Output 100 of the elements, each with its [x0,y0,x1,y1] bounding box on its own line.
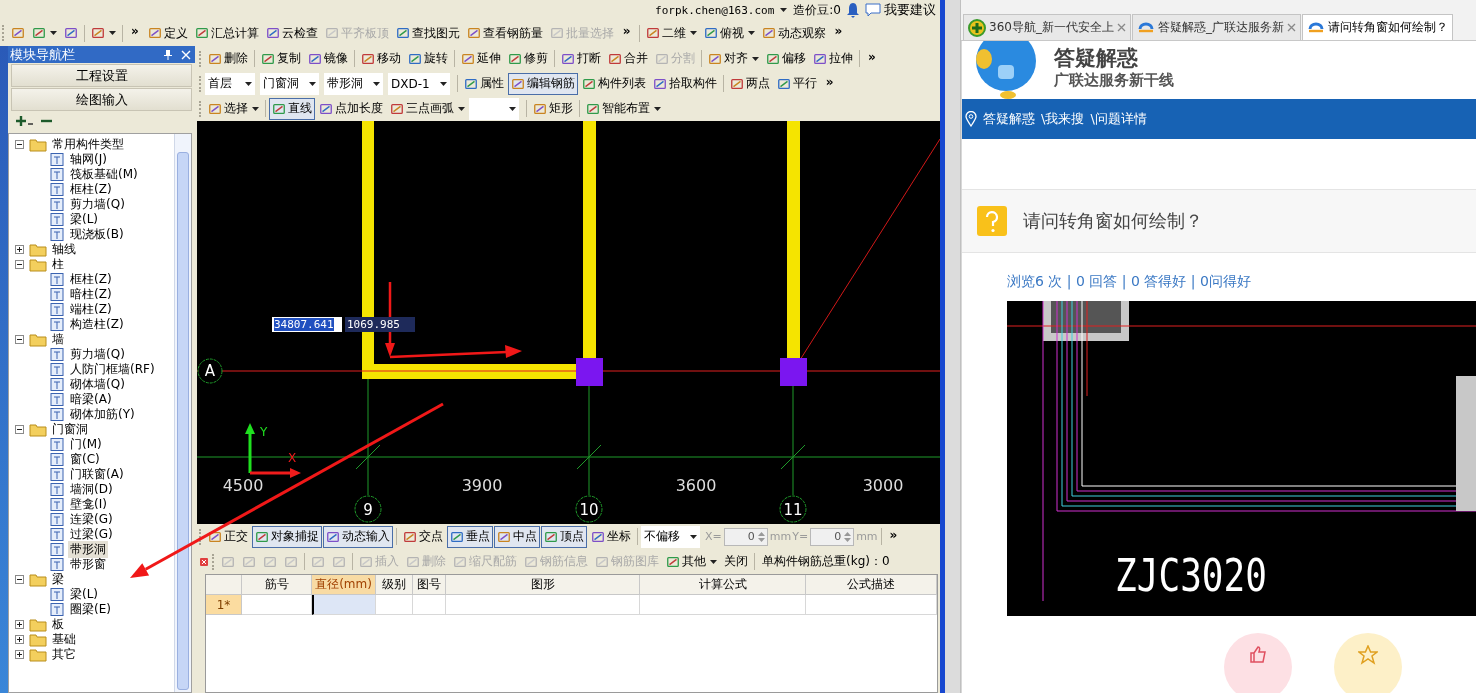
column-header[interactable]: 筋号 [242,575,312,595]
breadcrumb-link[interactable]: \我来搜 [1041,110,1085,128]
toolbar-button[interactable]: 智能布置 [583,97,664,120]
toolbar-button[interactable]: 对象捕捉 [252,525,322,548]
dropdown[interactable]: 首层 [205,72,255,95]
toolbar-button[interactable]: 汇总计算 [191,22,262,44]
toolbar-button[interactable]: 选择 [205,97,262,120]
toolbar-button[interactable]: 删除 [205,47,251,70]
toolbar-button[interactable]: 延伸 [458,47,504,70]
expander-icon[interactable] [15,650,24,659]
toolbar-button[interactable]: 查找图元 [392,22,463,44]
tree-item[interactable]: 门联窗(A) [68,466,126,483]
toolbar-button[interactable]: 复制 [258,47,304,70]
scrollbar[interactable] [174,134,191,692]
toolbar-button[interactable]: 其他 [663,550,720,573]
toolbar-button[interactable]: 定义 [144,22,191,44]
table-cell[interactable] [413,595,446,615]
toolbar-button[interactable]: 正交 [205,525,251,548]
expand-all-icon[interactable] [16,115,34,129]
browser-tab[interactable]: 请问转角窗如何绘制？ [1301,14,1453,40]
toolbar-button[interactable]: 中点 [494,525,540,548]
toolbar-button[interactable]: 修剪 [505,47,551,70]
tree-item[interactable]: 梁(L) [68,211,101,228]
tree-item[interactable]: 壁龛(I) [68,496,109,513]
expander-icon[interactable] [15,575,24,584]
more-button[interactable]: » [617,20,636,42]
toolbar-button[interactable]: 移动 [358,47,404,70]
toolbar-button[interactable]: 两点 [726,72,773,95]
like-button[interactable] [1224,633,1292,693]
tree-item[interactable]: 暗梁(A) [68,391,114,408]
toolbar-button[interactable]: 旋转 [405,47,451,70]
row-header[interactable]: 1* [206,595,242,615]
tree-item[interactable]: 常用构件类型 [50,136,126,153]
drawing-canvas[interactable]: A 9 10 11 4500 3900 3600 3000 Y X 34807.641 1069.985 [197,121,940,524]
tree-item[interactable]: 过梁(G) [68,526,115,543]
toolbar-button[interactable]: 拾取构件 [649,72,720,95]
tree-item[interactable]: 筏板基础(M) [68,166,140,183]
tree-item[interactable]: 梁(L) [68,586,101,603]
tree-item[interactable]: 连梁(G) [68,511,115,528]
tree-item[interactable]: 窗(C) [68,451,102,468]
more-button[interactable]: » [126,20,144,42]
toolbar-button[interactable]: 拉伸 [810,47,856,70]
tree-item[interactable]: 现浇板(B) [68,226,126,243]
more-button[interactable]: » [820,71,839,93]
tree-item[interactable]: 基础 [50,631,78,648]
tree-item[interactable]: 板 [50,616,66,633]
tree-item[interactable]: 人防门框墙(RF) [68,361,157,378]
toolbar-button[interactable]: 查看钢筋量 [463,22,546,44]
module-button[interactable]: 绘图输入 [11,88,192,111]
expander-icon[interactable] [15,245,24,254]
table-cell[interactable] [640,595,806,615]
bell-icon[interactable] [847,2,859,18]
expander-icon[interactable] [15,620,24,629]
toolbar-button[interactable]: 坐标 [588,525,634,548]
toolbar-button[interactable]: 属性 [460,72,507,95]
column-header[interactable]: 级别 [376,575,413,595]
tree-item[interactable]: 剪力墙(Q) [68,196,127,213]
toolbar-button[interactable]: 动态观察 [758,22,829,44]
column-header[interactable]: 图形 [446,575,640,595]
expander-icon[interactable] [15,335,24,344]
browser-tab[interactable]: 答疑解惑_广联达服务新 [1131,14,1301,40]
tree-item[interactable]: 柱 [50,256,66,273]
close-icon[interactable] [1286,23,1296,32]
account-email[interactable]: forpk.chen@163.com [655,3,775,17]
breadcrumb-link[interactable]: 答疑解惑 [983,110,1035,128]
table-cell[interactable] [376,595,413,615]
toolbar-button[interactable]: 俯视 [700,22,758,44]
toolbar-button[interactable]: 云检查 [262,22,321,44]
tree-item[interactable]: 轴网(J) [68,151,109,168]
toolbar-button[interactable]: 二维 [642,22,700,44]
column-header[interactable]: 公式描述 [806,575,937,595]
toolbar-button[interactable]: 直线 [269,97,315,120]
toolbar-button[interactable]: 点加长度 [316,97,386,120]
tree-item[interactable]: 框柱(Z) [68,181,114,198]
tree-item[interactable]: 砌体加筋(Y) [68,406,137,423]
more-button[interactable]: » [884,524,903,546]
table-cell[interactable] [446,595,640,615]
tree-item[interactable]: 砌体墙(Q) [68,376,127,393]
toolbar-button[interactable]: 三点画弧 [387,97,468,120]
more-button[interactable]: » [829,20,848,42]
tree-item[interactable]: 剪力墙(Q) [68,346,127,363]
browser-tab[interactable]: 360导航_新一代安全上 [963,14,1131,40]
dropdown[interactable]: DXD-1 [388,72,450,95]
more-button[interactable]: » [863,46,881,68]
toolbar-button[interactable]: 打断 [558,47,604,70]
toolbar-button[interactable]: 平行 [773,72,820,95]
toolbar-button[interactable]: 矩形 [530,97,576,120]
tree-item[interactable]: 带形洞 [68,541,108,558]
toolbar-button[interactable]: 交点 [400,525,446,548]
feedback-button[interactable]: 我要建议 [865,1,936,19]
column-header[interactable]: 直径(mm) [312,575,376,595]
tree-item[interactable]: 轴线 [50,241,78,258]
module-button[interactable]: 工程设置 [11,64,192,87]
dropdown[interactable]: 不偏移 [641,525,700,548]
toolbar-button[interactable]: 垂点 [447,525,493,548]
expander-icon[interactable] [15,260,24,269]
dropdown[interactable]: 门窗洞 [260,72,319,95]
pin-icon[interactable] [163,48,173,61]
tree-item[interactable]: 构造柱(Z) [68,316,126,333]
table-cell[interactable] [312,595,376,615]
